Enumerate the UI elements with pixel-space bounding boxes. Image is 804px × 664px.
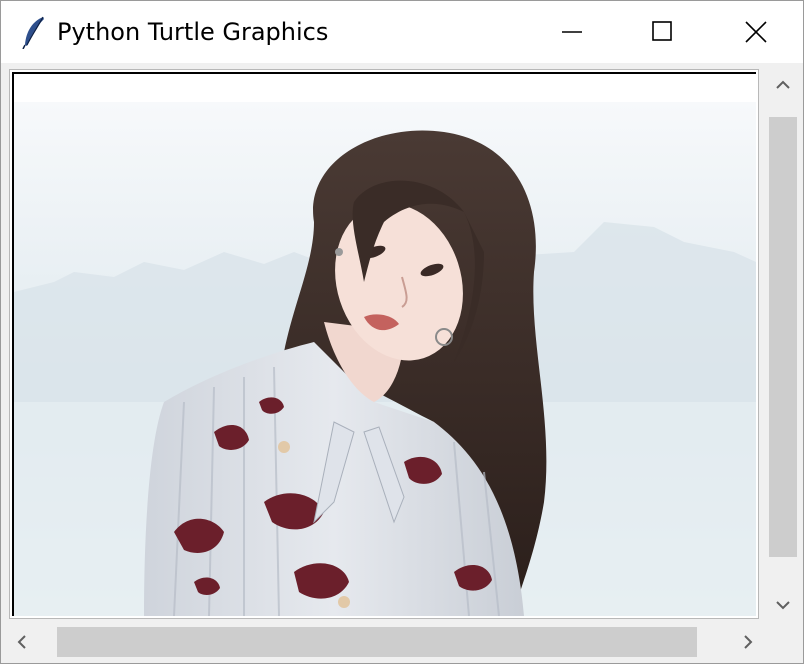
chevron-left-icon	[17, 635, 26, 649]
window-title: Python Turtle Graphics	[57, 18, 329, 46]
close-button[interactable]	[709, 1, 801, 63]
chevron-right-icon	[744, 635, 753, 649]
close-icon	[745, 21, 767, 43]
scrollbar-corner	[769, 625, 799, 659]
scroll-down-button[interactable]	[767, 589, 799, 621]
maximize-button[interactable]	[617, 1, 709, 63]
chevron-up-icon	[776, 80, 790, 89]
scroll-left-button[interactable]	[5, 625, 41, 659]
vertical-scrollbar[interactable]	[767, 67, 799, 621]
turtle-canvas[interactable]	[12, 72, 756, 616]
turtle-window: Python Turtle Graphics	[0, 0, 804, 664]
maximize-icon	[652, 21, 672, 41]
minimize-button[interactable]	[527, 1, 619, 63]
title-bar[interactable]: Python Turtle Graphics	[1, 1, 803, 63]
chevron-down-icon	[776, 601, 790, 610]
scroll-up-button[interactable]	[767, 67, 799, 101]
feather-icon	[22, 16, 44, 49]
vertical-scroll-thumb[interactable]	[769, 117, 797, 557]
canvas-frame	[9, 69, 759, 619]
minimize-icon	[562, 31, 582, 33]
horizontal-scroll-thumb[interactable]	[57, 627, 697, 657]
scroll-right-button[interactable]	[729, 625, 765, 659]
portrait-photo	[14, 102, 756, 616]
horizontal-scrollbar[interactable]	[5, 625, 769, 659]
